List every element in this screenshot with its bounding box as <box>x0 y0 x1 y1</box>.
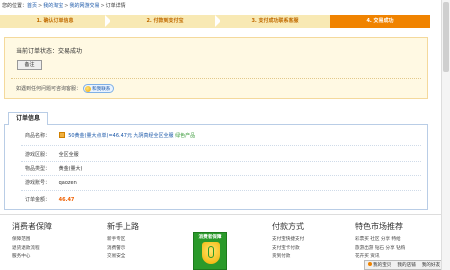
amount-value: 46.47 <box>58 197 75 203</box>
row-order-amount: 订单金额： 46.47 <box>25 196 74 204</box>
product-name-link[interactable]: 50黄金(量大点单)=46.47元 九阴真经全区全服 <box>68 133 173 139</box>
footer-link[interactable]: 支付宝卡付款 <box>272 245 304 254</box>
footer-link[interactable]: 货到付款 <box>272 253 304 262</box>
order-progress-steps: 1. 确认订单信息 2. 付款到支付宝 3. 支付成功联系客服 4. 交易成功 <box>0 15 430 28</box>
float-item-label: 我的好友 <box>421 263 441 268</box>
breadcrumb-separator: > <box>38 3 43 9</box>
contact-me-button[interactable]: 和我联系 <box>83 84 115 93</box>
divider <box>21 161 421 162</box>
breadcrumb-game-trade[interactable]: 我的网游交易 <box>69 3 99 9</box>
float-item-my-shop[interactable]: 我的店铺 <box>394 262 418 268</box>
divider <box>11 78 421 79</box>
footer-col-title: 新手上路 <box>107 222 139 231</box>
order-status-line: 当前订单状态：交易成功 <box>16 46 82 55</box>
divider <box>21 175 421 176</box>
step-label: 1. 确认订单信息 <box>36 18 74 24</box>
footer-link[interactable]: 旅游出游 钻石 分享 钻购 <box>355 245 405 254</box>
footer-link[interactable]: 保障范围 <box>12 236 52 245</box>
step-label: 2. 付款到支付宝 <box>146 18 184 24</box>
floating-toolbar: 我的宝贝 我的店铺 我的好友 <box>364 260 450 270</box>
row-game-server: 游戏区服： 全区全服 <box>25 151 79 159</box>
footer-link[interactable]: 新手专区 <box>107 236 139 245</box>
footer-col-payment: 付款方式 支付宝快捷支付 支付宝卡付款 货到付款 <box>272 221 304 262</box>
footer-col-featured-market: 特色市场推荐 彩票买 社区 分享 特给 旅游出游 钻石 分享 钻购 花卉买 资讯 <box>355 221 405 262</box>
divider <box>21 145 421 146</box>
contact-text: 如遇到任何问题可咨询客服： <box>16 86 82 92</box>
consumer-protection-badge[interactable]: 消费者保障 <box>193 232 227 270</box>
bullet-icon <box>368 262 372 266</box>
leaf-icon <box>208 246 214 258</box>
step-label: 4. 交易成功 <box>366 18 394 24</box>
footer-col-title: 付款方式 <box>272 222 304 231</box>
step-label: 3. 支付成功联系客服 <box>251 18 299 24</box>
footer-col-newbie: 新手上路 新手专区 消费警示 交易安全 <box>107 221 139 262</box>
order-status-panel: 当前订单状态：交易成功 备注 如遇到任何问题可咨询客服： 和我联系 <box>4 37 428 99</box>
breadcrumb-separator: > <box>100 3 105 9</box>
float-item-label: 我的店铺 <box>397 263 416 268</box>
row-product-name: 商品名称： 50黄金(量大点单)=46.47元 九阴真经全区全服 绿色产品 <box>25 132 195 140</box>
note-button[interactable]: 备注 <box>17 60 42 70</box>
footer-link[interactable]: 彩票买 社区 分享 特给 <box>355 236 405 245</box>
breadcrumb-my-taobao[interactable]: 我的淘宝 <box>43 3 63 9</box>
order-status-label: 当前订单状态： <box>16 48 59 55</box>
server-label: 游戏区服： <box>25 152 51 158</box>
vertical-scrollbar[interactable] <box>441 0 450 270</box>
footer-col-title: 特色市场推荐 <box>355 222 403 231</box>
step-pay-alipay: 2. 付款到支付宝 <box>110 15 221 28</box>
product-label: 商品名称： <box>25 133 51 139</box>
order-status-value: 交易成功 <box>58 48 83 55</box>
breadcrumb: 您的位置：首页>我的淘宝>我的网游交易>订单详情 <box>2 2 126 10</box>
step-contact-service: 3. 支付成功联系客服 <box>220 15 330 28</box>
step-trade-success: 4. 交易成功 <box>330 15 430 28</box>
account-label: 游戏账号： <box>25 180 51 186</box>
step-confirm-order: 1. 确认订单信息 <box>0 15 111 28</box>
breadcrumb-prefix: 您的位置： <box>2 3 28 9</box>
float-item-my-items[interactable]: 我的宝贝 <box>365 262 394 268</box>
row-game-account: 游戏账号： qaozen <box>25 179 77 187</box>
account-value: qaozen <box>58 180 77 186</box>
tab-order-info[interactable]: 订单信息 <box>8 112 48 125</box>
footer-col-consumer-protection: 消费者保障 保障范围 退货退款流程 服务中心 <box>12 221 52 262</box>
contact-service-line: 如遇到任何问题可咨询客服： 和我联系 <box>16 84 115 93</box>
footer-link[interactable]: 服务中心 <box>12 253 52 262</box>
breadcrumb-separator: > <box>64 3 69 9</box>
contact-me-label: 和我联系 <box>92 86 111 92</box>
item-type-value: 黄金(量大) <box>58 166 83 172</box>
product-thumbnail-icon <box>58 132 65 138</box>
footer-link[interactable]: 支付宝快捷支付 <box>272 236 304 245</box>
item-type-label: 物品类型： <box>25 166 51 172</box>
footer-link[interactable]: 退货退款流程 <box>12 245 52 254</box>
server-value: 全区全服 <box>58 152 79 158</box>
footer-col-title: 消费者保障 <box>12 222 52 231</box>
float-item-label: 我的宝贝 <box>373 263 392 268</box>
float-item-my-friends[interactable]: 我的好友 <box>419 262 443 268</box>
breadcrumb-current: 订单详情 <box>105 3 126 9</box>
footer-link[interactable]: 交易安全 <box>107 253 139 262</box>
badge-title: 消费者保障 <box>198 235 222 240</box>
row-item-type: 物品类型： 黄金(量大) <box>25 165 83 173</box>
chat-icon <box>85 85 92 92</box>
product-tag: 绿色产品 <box>175 133 196 139</box>
scrollbar-thumb[interactable] <box>443 2 449 72</box>
footer-link[interactable]: 消费警示 <box>107 245 139 254</box>
order-info-panel: 商品名称： 50黄金(量大点单)=46.47元 九阴真经全区全服 绿色产品 游戏… <box>4 124 428 210</box>
breadcrumb-home[interactable]: 首页 <box>27 3 37 9</box>
divider <box>21 190 421 191</box>
amount-label: 订单金额： <box>25 197 51 203</box>
